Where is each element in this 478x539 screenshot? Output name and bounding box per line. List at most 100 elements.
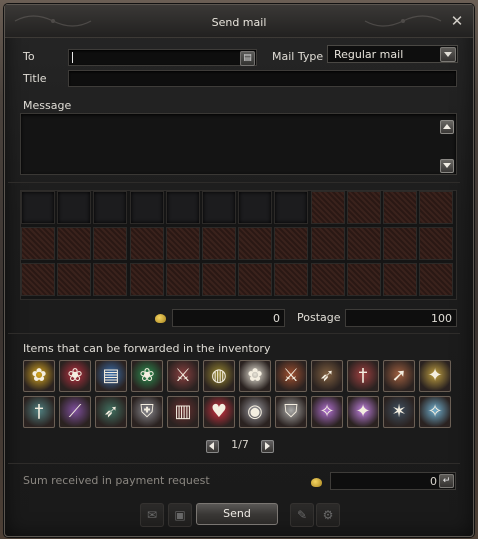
sword-icon: ⚔ [174,365,192,386]
inventory-item[interactable]: ▤ [95,360,127,392]
archive-icon[interactable]: ▣ [168,503,192,527]
chevron-down-icon[interactable] [440,47,456,62]
attachment-slot[interactable] [274,191,309,224]
locked-attachment-slot [202,227,236,260]
blade-icon: ⚔ [282,365,300,386]
divider [8,463,460,464]
attachment-slot[interactable] [129,191,164,224]
title-label: Title [23,72,47,85]
inventory-item[interactable]: ✦ [419,360,451,392]
payment-request-label: Sum received in payment request [23,474,210,487]
inventory-item[interactable]: ❀ [59,360,91,392]
dagger-icon: † [358,365,368,386]
inventory-item[interactable]: † [347,360,379,392]
window-title: Send mail [211,16,267,29]
locked-attachment-slot [57,227,92,260]
inventory-item[interactable]: ➶ [95,396,127,428]
locked-attachment-slot [129,263,164,296]
money-input[interactable]: 0 [172,309,285,327]
knife-icon: † [34,401,44,422]
inventory-item[interactable]: ⟋ [59,396,91,428]
scroll-up-icon[interactable] [440,120,454,134]
inventory-item[interactable]: ♥ [203,396,235,428]
locked-attachment-slot [274,227,309,260]
close-icon[interactable]: ✕ [449,13,465,29]
purple-gem-scroll-icon: ✧ [319,401,335,422]
gauntlet-icon: ⛉ [284,401,298,422]
inventory-item[interactable]: † [23,396,55,428]
attachment-slot[interactable] [238,191,273,224]
bag-icon: ◍ [211,365,227,386]
payment-request-input[interactable]: 0 ↵ [330,472,456,490]
next-page-icon[interactable] [261,440,274,453]
locked-attachment-slot [93,263,128,296]
attachment-slot[interactable] [165,191,200,224]
inventory-item[interactable]: ✿ [239,360,271,392]
armor-icon: ⛨ [140,401,154,422]
money-value: 0 [273,312,280,325]
locked-attachment-slot [419,263,454,296]
postage-label: Postage [297,311,341,324]
inventory-item[interactable]: ✿ [23,360,55,392]
inventory-item[interactable]: ✶ [383,396,415,428]
locked-attachment-slot [274,263,309,296]
heart-amulet-icon: ♥ [210,401,228,422]
inventory-item[interactable]: ➶ [311,360,343,392]
crossbow-icon: ➶ [319,365,335,386]
inventory-item[interactable]: ◉ [239,396,271,428]
text-caret [72,52,73,63]
attachment-slot[interactable] [21,191,55,224]
locked-attachment-slot [383,227,417,260]
message-textarea[interactable] [20,113,457,175]
locked-attachment-slot [57,263,92,296]
title-bar[interactable]: Send mail ✕ [5,5,473,38]
blue-scroll-icon: ▤ [102,365,120,386]
inventory-item[interactable]: ▥ [167,396,199,428]
postage-field: 100 [345,309,457,327]
purple-crystal-scroll-icon: ✦ [355,401,371,422]
wand-icon: ⟋ [68,401,82,422]
to-input[interactable] [68,49,257,66]
settings-icon[interactable]: ⚙ [316,503,340,527]
locked-attachment-slot [419,227,454,260]
attachment-grid [20,190,457,300]
locked-attachment-slot [346,191,381,224]
inventory-item[interactable]: ⛨ [131,396,163,428]
gold-flower-icon: ✿ [31,365,47,386]
locked-attachment-slot [419,191,454,224]
previous-page-icon[interactable] [206,440,219,453]
mail-type-select[interactable]: Regular mail [327,45,458,63]
quill-icon[interactable]: ✎ [290,503,314,527]
inventory-item[interactable]: ⚔ [275,360,307,392]
inventory-item[interactable]: ✦ [347,396,379,428]
bow-icon: ➶ [103,401,119,422]
locked-attachment-slot [346,227,381,260]
address-book-icon[interactable]: ▤ [240,51,255,66]
locked-attachment-slot [310,227,345,260]
inventory-item[interactable]: ✧ [311,396,343,428]
attachment-slot[interactable] [202,191,236,224]
attachment-slot[interactable] [93,191,128,224]
inventory-item[interactable]: ➚ [383,360,415,392]
send-button[interactable]: Send [196,503,278,525]
light-blue-scroll-icon: ✧ [427,401,443,422]
locked-attachment-slot [310,191,345,224]
title-input[interactable] [68,70,457,87]
inventory-item[interactable]: ⛉ [275,396,307,428]
inventory-item[interactable]: ⚔ [167,360,199,392]
scroll-down-icon[interactable] [440,159,454,173]
book-icon: ▥ [174,401,192,422]
inventory-item[interactable]: ✧ [419,396,451,428]
locked-attachment-slot [21,227,55,260]
dark-star-scroll-icon: ✶ [391,401,407,422]
message-label: Message [23,99,72,112]
inbox-icon[interactable]: ✉ [140,503,164,527]
attachment-slot[interactable] [57,191,92,224]
enter-icon[interactable]: ↵ [439,474,454,488]
inventory-item[interactable]: ◍ [203,360,235,392]
divider [8,182,460,183]
locked-attachment-slot [383,263,417,296]
locked-attachment-slot [93,227,128,260]
inventory-item[interactable]: ❀ [131,360,163,392]
locked-attachment-slot [165,227,200,260]
